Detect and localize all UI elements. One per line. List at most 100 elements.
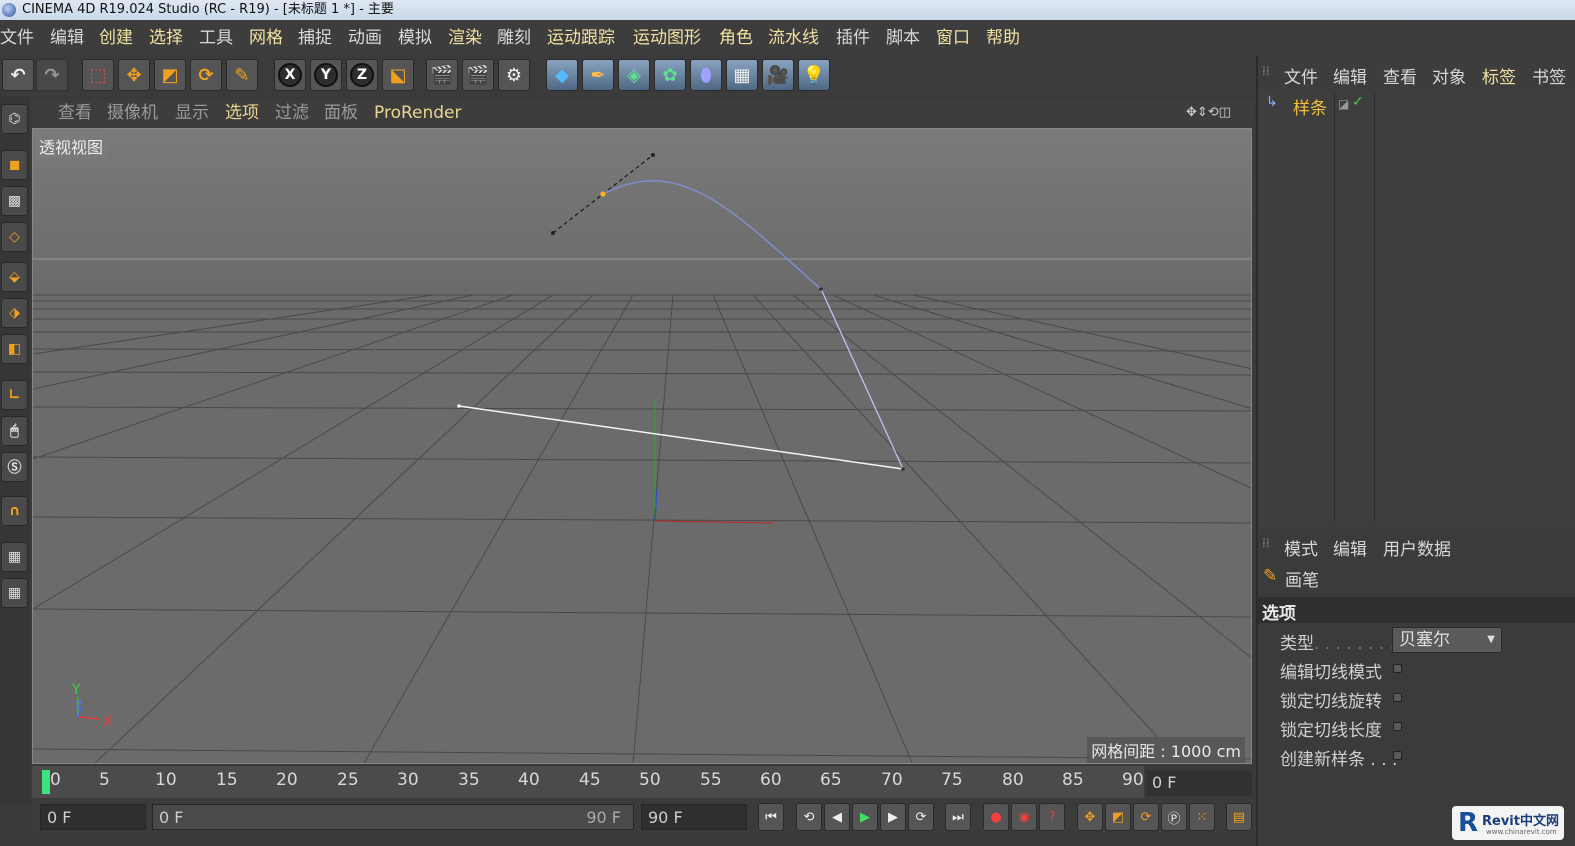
menu-help[interactable]: 帮助 <box>986 20 1020 56</box>
spline-point[interactable] <box>901 467 905 471</box>
render-view-button[interactable]: 🎬 <box>426 59 458 91</box>
keyframe-selection-button[interactable]: ? <box>1039 803 1065 831</box>
vp-menu-filter[interactable]: 过滤 <box>275 99 309 127</box>
menu-pipeline[interactable]: 流水线 <box>768 20 819 56</box>
key-pla-button[interactable]: ⁙ <box>1189 803 1215 831</box>
undo-button[interactable]: ↶ <box>2 59 34 91</box>
y-axis-lock-button[interactable]: Y <box>310 59 342 91</box>
vp-menu-view[interactable]: 查看 <box>58 99 92 127</box>
live-selection-button[interactable]: ⬚ <box>82 59 114 91</box>
end-frame-field[interactable]: 90 F <box>641 804 747 830</box>
am-menu-mode[interactable]: 模式 <box>1284 535 1318 560</box>
subdivision-surface-button[interactable]: ◈ <box>618 59 650 91</box>
spline-type-dropdown[interactable]: 贝塞尔 ▼ <box>1392 627 1502 653</box>
spline-point[interactable] <box>819 287 823 291</box>
menu-sculpt[interactable]: 雕刻 <box>497 20 531 56</box>
create-new-spline-checkbox[interactable] <box>1393 751 1402 760</box>
lock-tangent-length-checkbox[interactable] <box>1393 722 1402 731</box>
key-parameter-button[interactable]: Ⓟ <box>1161 803 1187 831</box>
options-section-header[interactable]: 选项 <box>1258 597 1575 624</box>
go-to-end-button[interactable]: ⏭ <box>945 803 971 831</box>
spline-pen-button[interactable]: ✒ <box>582 59 614 91</box>
render-settings-button[interactable]: ⚙ <box>498 59 530 91</box>
object-row-spline[interactable]: ↳ 样条 ◪ ✓ <box>1262 94 1364 119</box>
om-menu-tags[interactable]: 标签 <box>1482 63 1516 88</box>
next-key-button[interactable]: ⟳ <box>908 803 934 831</box>
start-frame-field[interactable]: 0 F <box>40 804 146 830</box>
am-menu-edit[interactable]: 编辑 <box>1333 535 1367 560</box>
array-button[interactable]: ✿ <box>654 59 686 91</box>
workplane-settings-button[interactable]: ▦ <box>1 578 28 608</box>
floor-button[interactable]: ▦ <box>726 59 758 91</box>
previous-key-button[interactable]: ⟲ <box>796 803 822 831</box>
key-position-button[interactable]: ✥ <box>1077 803 1103 831</box>
axis-mode-button[interactable]: ∟ <box>1 380 28 410</box>
move-tool-button[interactable]: ✥ <box>118 59 150 91</box>
deformer-button[interactable]: ⬮ <box>690 59 722 91</box>
key-rotation-button[interactable]: ⟳ <box>1133 803 1159 831</box>
workplane-mode-button[interactable]: ◇ <box>1 222 28 252</box>
perspective-viewport[interactable]: Y X Z <box>32 128 1252 764</box>
scale-tool-button[interactable]: ◩ <box>154 59 186 91</box>
texture-mode-button[interactable]: ▩ <box>1 186 28 216</box>
rotate-tool-button[interactable]: ⟳ <box>190 59 222 91</box>
am-menu-user-data[interactable]: 用户数据 <box>1383 535 1451 560</box>
menu-select[interactable]: 选择 <box>149 20 183 56</box>
make-editable-button[interactable]: ⌬ <box>1 104 28 134</box>
go-to-start-button[interactable]: ⏮ <box>758 803 784 831</box>
menu-render[interactable]: 渲染 <box>448 20 482 56</box>
model-mode-button[interactable]: ◼ <box>1 150 28 180</box>
viewport-navigation-icons[interactable]: ✥⇕⟲◫ <box>1186 99 1231 127</box>
object-name[interactable]: 样条 <box>1293 94 1327 119</box>
menu-file[interactable]: 文件 <box>0 20 34 56</box>
vp-menu-display[interactable]: 显示 <box>175 99 209 127</box>
menu-script[interactable]: 脚本 <box>886 20 920 56</box>
polygons-mode-button[interactable]: ◧ <box>1 334 28 364</box>
menu-character[interactable]: 角色 <box>719 20 753 56</box>
vp-menu-options[interactable]: 选项 <box>225 99 259 127</box>
menu-animate[interactable]: 动画 <box>348 20 382 56</box>
menu-create[interactable]: 创建 <box>99 20 133 56</box>
points-mode-button[interactable]: ⬙ <box>1 262 28 292</box>
coordinate-system-button[interactable]: ⬕ <box>382 59 414 91</box>
cube-object-button[interactable]: ◆ <box>546 59 578 91</box>
z-axis-lock-button[interactable]: Z <box>346 59 378 91</box>
x-axis-lock-button[interactable]: X <box>274 59 306 91</box>
camera-button[interactable]: 🎥 <box>762 59 794 91</box>
menu-snap[interactable]: 捕捉 <box>298 20 332 56</box>
spline-line-segment[interactable] <box>820 288 904 470</box>
vp-menu-prorender[interactable]: ProRender <box>374 99 462 127</box>
object-manager-list[interactable] <box>1258 92 1575 522</box>
om-menu-file[interactable]: 文件 <box>1284 63 1318 88</box>
spline-point[interactable] <box>457 404 461 408</box>
enabled-check-icon[interactable]: ✓ <box>1352 94 1364 110</box>
vp-menu-panel[interactable]: 面板 <box>324 99 358 127</box>
om-menu-view[interactable]: 查看 <box>1383 63 1417 88</box>
lock-workplane-button[interactable]: ▦ <box>1 542 28 572</box>
om-menu-edit[interactable]: 编辑 <box>1333 63 1367 88</box>
menu-window[interactable]: 窗口 <box>936 20 970 56</box>
menu-edit[interactable]: 编辑 <box>50 20 84 56</box>
edges-mode-button[interactable]: ⬗ <box>1 298 28 328</box>
edit-tangent-mode-checkbox[interactable] <box>1393 664 1402 673</box>
frame-range-slider[interactable]: 0 F 90 F <box>152 804 634 830</box>
autokey-button[interactable]: ◉ <box>1011 803 1037 831</box>
lock-tangent-rotation-checkbox[interactable] <box>1393 693 1402 702</box>
menu-simulate[interactable]: 模拟 <box>398 20 432 56</box>
om-menu-objects[interactable]: 对象 <box>1432 63 1466 88</box>
menu-plugins[interactable]: 插件 <box>836 20 870 56</box>
key-scale-button[interactable]: ◩ <box>1105 803 1131 831</box>
play-button[interactable]: ▶ <box>852 803 878 831</box>
timeline-playhead[interactable] <box>42 770 50 794</box>
next-frame-button[interactable]: ▶ <box>880 803 906 831</box>
menu-mograph[interactable]: 运动图形 <box>633 20 701 56</box>
previous-frame-button[interactable]: ◀ <box>824 803 850 831</box>
menu-mesh[interactable]: 网格 <box>249 20 283 56</box>
pen-tool-button[interactable]: ✎ <box>226 59 258 91</box>
magnet-button[interactable]: ∩ <box>1 496 28 526</box>
vp-menu-cameras[interactable]: 摄像机 <box>107 99 158 127</box>
menu-motion-tracking[interactable]: 运动跟踪 <box>547 20 615 56</box>
tangent-handle-point[interactable] <box>551 231 555 235</box>
current-frame-field[interactable]: 0 F <box>1146 770 1252 796</box>
tweak-mode-button[interactable]: 🖱 <box>1 416 28 446</box>
